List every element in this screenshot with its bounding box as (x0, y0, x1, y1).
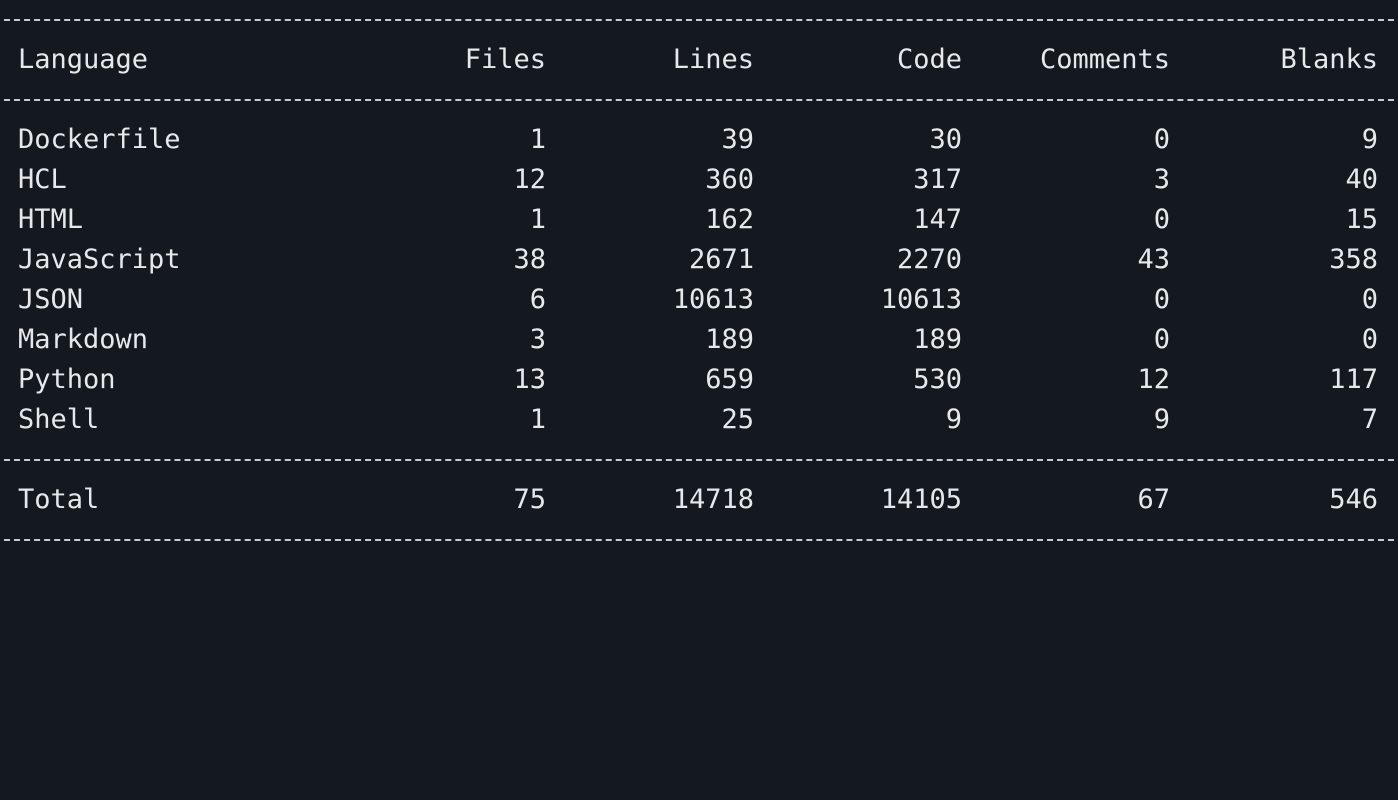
cell-blanks: 117 (1329, 364, 1378, 395)
table-row: Markdown 3 189 189 0 0 (0, 320, 1398, 360)
cell-blanks: 0 (1361, 284, 1378, 315)
cell-lines: 360 (705, 164, 754, 195)
table-divider-total (4, 459, 1394, 461)
cell-blanks: 9 (1361, 124, 1378, 155)
table-row: Shell 1 25 9 9 7 (0, 400, 1398, 440)
cell-files: 6 (529, 284, 546, 315)
cell-language: JSON (18, 284, 84, 315)
cell-code: 2270 (896, 244, 962, 275)
table-header: Language Files Lines Code Comments Blank… (0, 40, 1398, 80)
cell-files: 13 (513, 364, 546, 395)
cell-language: HTML (18, 204, 84, 235)
cell-blanks: 7 (1361, 404, 1378, 435)
cell-comments: 0 (1153, 124, 1170, 155)
cell-files: 1 (529, 404, 546, 435)
total-blanks: 546 (1329, 484, 1378, 515)
total-lines: 14718 (672, 484, 754, 515)
cell-language: Markdown (18, 324, 149, 355)
cell-code: 530 (913, 364, 962, 395)
cell-files: 3 (529, 324, 546, 355)
cell-code: 189 (913, 324, 962, 355)
total-code: 14105 (880, 484, 962, 515)
cell-language: Shell (18, 404, 100, 435)
cell-blanks: 40 (1345, 164, 1378, 195)
table-divider-bottom (4, 539, 1394, 541)
cell-language: JavaScript (18, 244, 181, 275)
cell-code: 10613 (880, 284, 962, 315)
cell-comments: 43 (1137, 244, 1170, 275)
header-code: Code (896, 44, 962, 75)
cell-comments: 0 (1153, 324, 1170, 355)
table-row: HTML 1 162 147 0 15 (0, 200, 1398, 240)
cell-lines: 189 (705, 324, 754, 355)
header-blanks: Blanks (1280, 44, 1378, 75)
cell-files: 38 (513, 244, 546, 275)
cell-code: 9 (945, 404, 962, 435)
total-files: 75 (513, 484, 546, 515)
cell-code: 147 (913, 204, 962, 235)
cell-code: 317 (913, 164, 962, 195)
cell-lines: 659 (705, 364, 754, 395)
cell-lines: 25 (721, 404, 754, 435)
cell-files: 1 (529, 204, 546, 235)
cell-comments: 12 (1137, 364, 1170, 395)
cell-comments: 0 (1153, 204, 1170, 235)
cell-language: Python (18, 364, 116, 395)
table-row: Python 13 659 530 12 117 (0, 360, 1398, 400)
header-comments: Comments (1039, 44, 1170, 75)
table-row: JSON 6 10613 10613 0 0 (0, 280, 1398, 320)
table-divider-top (4, 19, 1394, 21)
table-row: JavaScript 38 2671 2270 43 358 (0, 240, 1398, 280)
cell-files: 12 (513, 164, 546, 195)
header-language: Language (18, 44, 149, 75)
table-row: Dockerfile 1 39 30 0 9 (0, 120, 1398, 160)
cell-code: 30 (929, 124, 962, 155)
cell-language: HCL (18, 164, 67, 195)
header-files: Files (464, 44, 546, 75)
table-divider-header (4, 99, 1394, 101)
cell-lines: 162 (705, 204, 754, 235)
cell-lines: 39 (721, 124, 754, 155)
cell-language: Dockerfile (18, 124, 181, 155)
terminal-output: Language Files Lines Code Comments Blank… (0, 0, 1398, 554)
cell-lines: 2671 (688, 244, 754, 275)
total-comments: 67 (1137, 484, 1170, 515)
header-lines: Lines (672, 44, 754, 75)
cell-comments: 9 (1153, 404, 1170, 435)
cell-comments: 3 (1153, 164, 1170, 195)
total-label: Total (18, 484, 100, 515)
cell-blanks: 0 (1361, 324, 1378, 355)
total-row: Total 75 14718 14105 67 546 (0, 480, 1398, 520)
cell-blanks: 15 (1345, 204, 1378, 235)
cell-files: 1 (529, 124, 546, 155)
table-row: HCL 12 360 317 3 40 (0, 160, 1398, 200)
cell-blanks: 358 (1329, 244, 1378, 275)
cell-comments: 0 (1153, 284, 1170, 315)
cell-lines: 10613 (672, 284, 754, 315)
